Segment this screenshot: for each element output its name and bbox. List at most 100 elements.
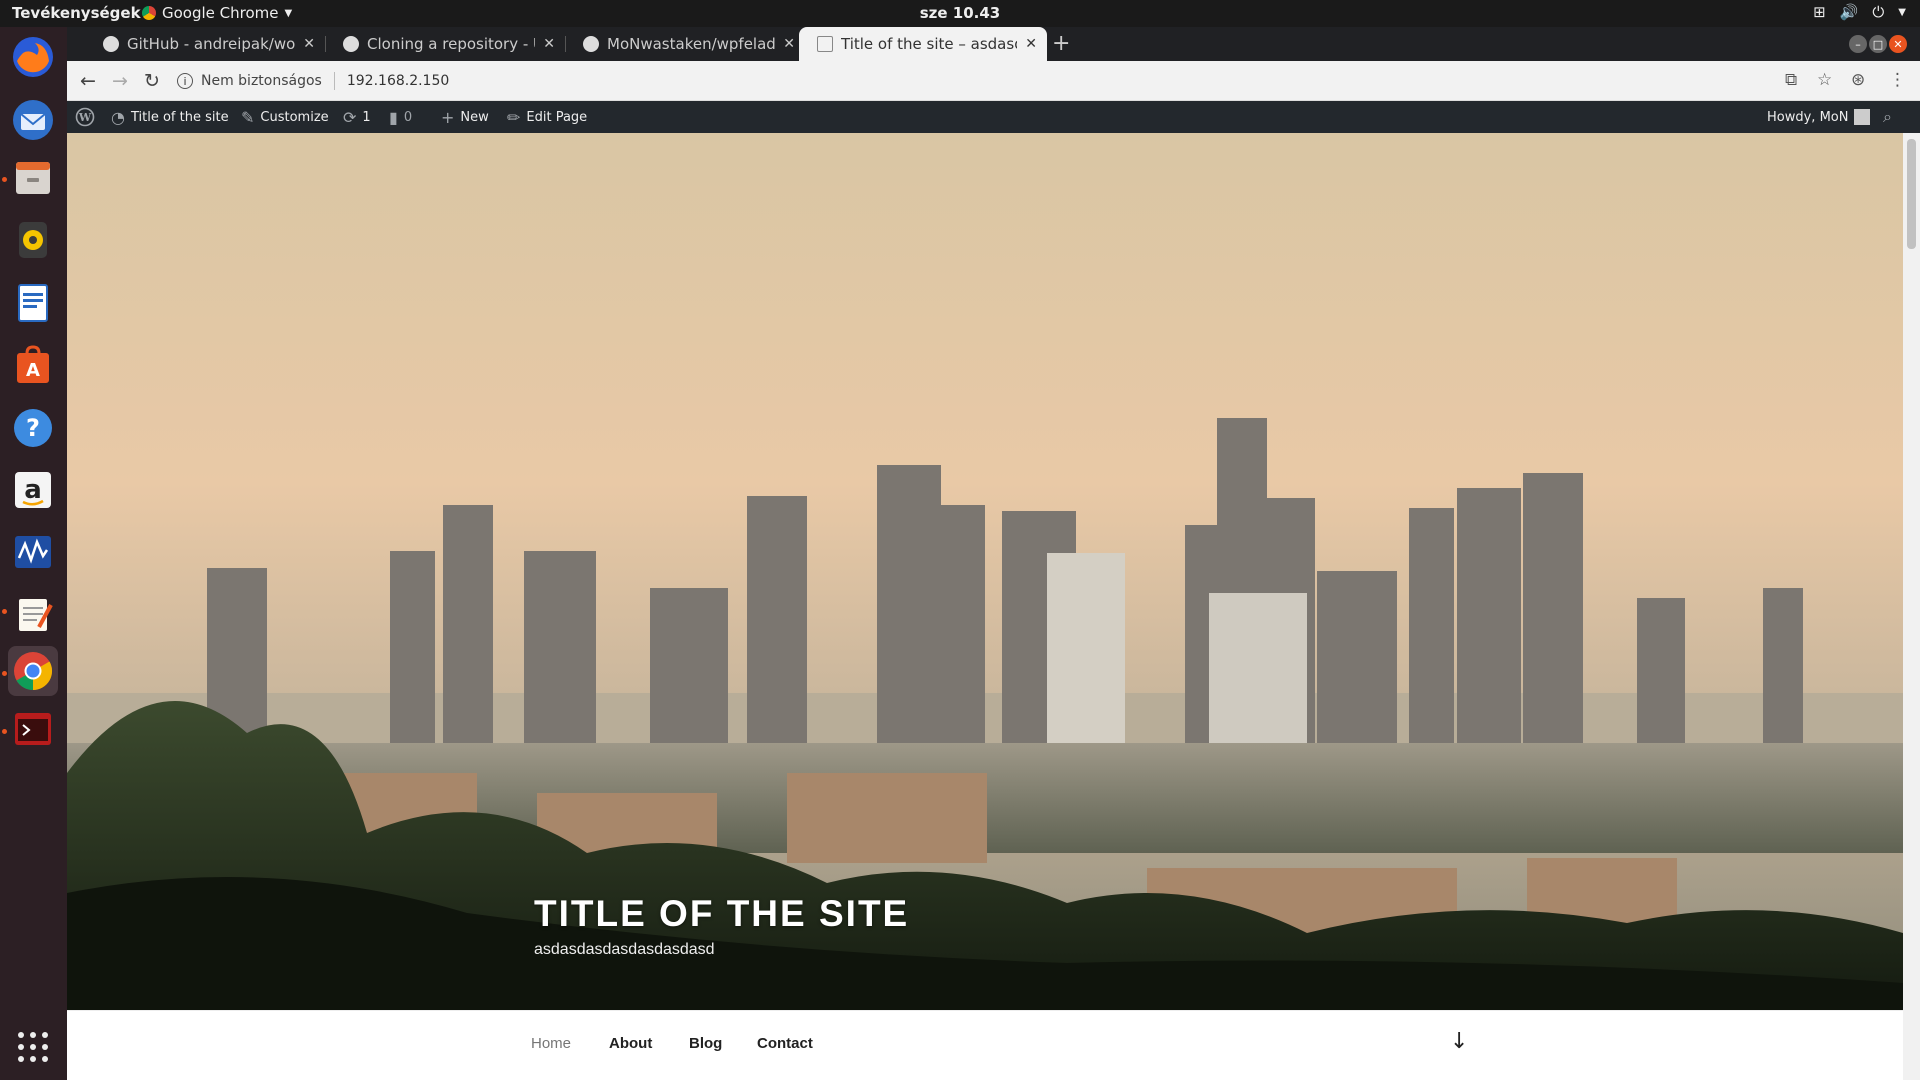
arrow-down-icon[interactable]: ↓	[1450, 1029, 1468, 1054]
wp-site-name[interactable]: ◔ Title of the site	[111, 101, 229, 133]
close-window-button[interactable]: ✕	[1889, 35, 1907, 53]
show-apps-icon[interactable]	[8, 1022, 58, 1072]
wp-search[interactable]: ⌕	[1883, 101, 1892, 133]
svg-text:W: W	[78, 111, 92, 124]
menu-icon[interactable]: ⋮	[1889, 70, 1906, 90]
nav-item-contact[interactable]: Contact	[757, 1035, 813, 1052]
updates-count: 1	[362, 109, 371, 125]
app-menu[interactable]: Google Chrome ▼	[142, 4, 292, 22]
page-scrollbar[interactable]	[1903, 133, 1920, 1080]
tab-cloning-repository[interactable]: Cloning a repository - Use ✕	[325, 27, 565, 61]
firefox-icon[interactable]	[8, 32, 58, 82]
tab-title: Cloning a repository - Use	[367, 35, 535, 53]
caret-down-icon[interactable]: ▼	[1898, 7, 1906, 18]
terminal-icon[interactable]	[8, 704, 58, 754]
software-icon[interactable]: A	[8, 340, 58, 390]
github-icon	[103, 36, 119, 52]
bookmark-star-icon[interactable]: ☆	[1817, 70, 1832, 90]
help-icon[interactable]: ?	[8, 403, 58, 453]
close-icon[interactable]: ✕	[1025, 36, 1037, 52]
skyline-image	[67, 133, 1903, 1010]
power-icon[interactable]: ⏻	[1872, 3, 1884, 21]
rhythmbox-icon[interactable]	[8, 215, 58, 265]
wp-new-content[interactable]: + New	[441, 101, 489, 133]
website-page: TITLE OF THE SITE asdasdasdasdasdasdasd …	[67, 133, 1903, 1080]
app-menu-label: Google Chrome	[162, 4, 279, 22]
system-tray[interactable]: ⊞ 🔊 ⏻ ▼	[1813, 3, 1906, 21]
wp-edit-page[interactable]: ✏ Edit Page	[507, 101, 587, 133]
search-icon: ⌕	[1883, 107, 1892, 126]
chrome-icon[interactable]	[8, 646, 58, 696]
tab-strip: GitHub - andreipak/word ✕ Cloning a repo…	[67, 27, 1920, 61]
comments-count: 0	[403, 109, 413, 125]
wp-my-account[interactable]: Howdy, MoN	[1767, 101, 1871, 133]
network-icon[interactable]: ⊞	[1813, 3, 1826, 21]
wp-customize[interactable]: ✎ Customize	[241, 101, 329, 133]
tab-title: GitHub - andreipak/word	[127, 35, 296, 53]
brush-icon: ✎	[241, 107, 255, 127]
new-label: New	[460, 109, 489, 125]
url-text[interactable]: 192.168.2.150	[347, 73, 449, 89]
volume-icon[interactable]: 🔊	[1840, 3, 1859, 21]
ubuntu-dock: A ? a	[0, 27, 67, 1080]
incognito-icon[interactable]: ⊛	[1851, 70, 1865, 90]
running-indicator	[2, 177, 7, 182]
wp-updates[interactable]: ⟳ 1	[343, 101, 371, 133]
header-hero-image: TITLE OF THE SITE asdasdasdasdasdasdasd	[67, 133, 1903, 1010]
tab-title: MoNwastaken/wpfeladat	[607, 35, 776, 53]
new-tab-button[interactable]: +	[1052, 31, 1070, 56]
tab-title: Title of the site – asdasda	[841, 35, 1018, 53]
reload-button[interactable]: ↻	[139, 68, 165, 94]
svg-text:?: ?	[26, 414, 40, 442]
browser-toolbar: ← → ↻ i Nem biztonságos 192.168.2.150 ⧉ …	[67, 61, 1920, 101]
customize-label: Customize	[260, 109, 329, 125]
chrome-window: GitHub - andreipak/word ✕ Cloning a repo…	[67, 27, 1920, 1080]
edit-page-label: Edit Page	[526, 109, 588, 125]
tab-wpfeladat[interactable]: MoNwastaken/wpfeladat ✕	[565, 27, 805, 61]
howdy-label: Howdy, MoN	[1767, 109, 1849, 125]
close-icon[interactable]: ✕	[303, 36, 315, 52]
chrome-small-icon	[142, 6, 156, 20]
comment-icon: ▮	[389, 107, 398, 127]
nav-item-about[interactable]: About	[609, 1035, 652, 1052]
forward-button[interactable]: →	[107, 68, 133, 94]
scrollbar-thumb[interactable]	[1907, 139, 1916, 249]
security-label[interactable]: Nem biztonságos	[201, 73, 322, 89]
info-icon[interactable]: i	[177, 73, 193, 89]
minimize-button[interactable]: –	[1849, 35, 1867, 53]
running-indicator	[2, 609, 7, 614]
caret-down-icon: ▼	[284, 7, 293, 19]
translate-icon[interactable]: ⧉	[1785, 70, 1797, 90]
activities-button[interactable]: Tevékenységek	[12, 4, 141, 22]
nav-item-blog[interactable]: Blog	[689, 1035, 722, 1052]
tab-github-andreipak[interactable]: GitHub - andreipak/word ✕	[85, 27, 325, 61]
maximize-button[interactable]: □	[1869, 35, 1887, 53]
gnome-top-bar: Tevékenységek Google Chrome ▼ sze 10.43 …	[0, 0, 1920, 27]
nav-item-home[interactable]: Home	[531, 1035, 571, 1052]
tab-title-of-the-site[interactable]: Title of the site – asdasda ✕	[799, 27, 1047, 61]
clock[interactable]: sze 10.43	[920, 4, 1001, 22]
close-icon[interactable]: ✕	[783, 36, 795, 52]
site-navigation: Home About Blog Contact ↓	[67, 1010, 1903, 1080]
text-editor-icon[interactable]	[8, 590, 58, 640]
files-icon[interactable]	[8, 153, 58, 203]
dashboard-icon: ◔	[111, 107, 125, 127]
pencil-icon: ✏	[507, 107, 521, 127]
amazon-icon[interactable]: a	[8, 465, 58, 515]
running-indicator	[2, 671, 7, 676]
address-bar[interactable]: i Nem biztonságos 192.168.2.150	[177, 66, 1817, 96]
wp-comments[interactable]: ▮ 0	[389, 101, 412, 133]
site-title[interactable]: TITLE OF THE SITE	[534, 893, 909, 935]
wp-logo-menu[interactable]: W	[75, 101, 95, 133]
site-name-label: Title of the site	[130, 109, 229, 125]
avatar	[1854, 109, 1871, 125]
close-icon[interactable]: ✕	[543, 36, 555, 52]
updates-icon: ⟳	[343, 107, 357, 127]
writer-icon[interactable]	[8, 278, 58, 328]
svg-text:a: a	[24, 475, 42, 505]
thunderbird-icon[interactable]	[8, 95, 58, 145]
site-description: asdasdasdasdasdasdasd	[534, 941, 715, 958]
monitor-icon[interactable]	[8, 527, 58, 577]
back-button[interactable]: ←	[75, 68, 101, 94]
svg-text:A: A	[26, 360, 40, 381]
